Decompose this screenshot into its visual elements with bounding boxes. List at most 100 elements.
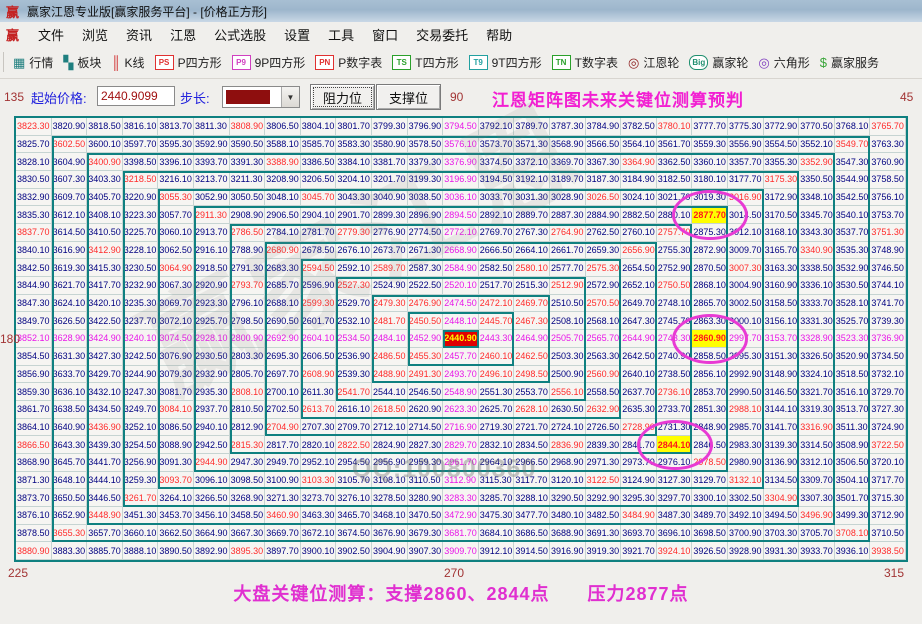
grid-cell: 3679.30 (407, 524, 444, 543)
menu-stock-picker[interactable]: 公式选股 (205, 25, 275, 44)
grid-cell: 3664.90 (193, 524, 230, 543)
toolbar-item-hexagon[interactable]: ◎ 六角形 (758, 54, 809, 71)
toolbar-item-kline[interactable]: ║ K线 (111, 54, 144, 71)
angle-label-45: 45 (900, 90, 914, 104)
grid-cell: 2491.30 (407, 365, 444, 384)
grid-cell: 3184.90 (621, 171, 657, 189)
grid-cell: 2752.90 (656, 259, 693, 278)
grid-cell: 2769.70 (478, 224, 515, 242)
grid-cell: 2728.90 (621, 418, 657, 437)
toolbar-item-9p-square[interactable]: P9 9P四方形 (231, 54, 305, 71)
grid-cell: 3662.50 (158, 524, 194, 543)
toolbar-item-winner-wheel[interactable]: Big 赢家轮 (689, 54, 748, 71)
grid-cell: 3852.10 (16, 330, 52, 348)
grid-cell: 3064.90 (158, 259, 194, 278)
t-square-icon: TS (392, 54, 412, 70)
grid-cell: 3336.10 (799, 277, 835, 295)
grid-cell: 3765.70 (870, 118, 906, 136)
menu-window[interactable]: 窗口 (363, 25, 407, 44)
chevron-down-icon[interactable]: ▼ (281, 87, 299, 107)
toolbar-item-label: 江恩轮 (643, 55, 680, 70)
grid-cell: 3650.50 (51, 489, 88, 507)
grid-cell: 3938.50 (870, 542, 906, 560)
grid-cell: 3607.30 (51, 171, 88, 189)
quotes-icon: ▦ (13, 54, 26, 70)
grid-cell: 3132.10 (727, 471, 764, 490)
grid-cell: 3504.10 (834, 471, 871, 490)
grid-cell: 2683.30 (265, 259, 301, 278)
grid-cell: 3580.90 (371, 135, 408, 154)
grid-cell: 2844.10 (656, 436, 693, 454)
grid-cell: 3129.70 (692, 471, 728, 490)
grid-cell: 2616.10 (336, 400, 372, 419)
toolbar-item-label: 板块 (77, 55, 102, 70)
grid-cell: 2457.70 (443, 347, 479, 366)
toolbar-item-gann-wheel[interactable]: ◎ 江恩轮 (628, 54, 679, 71)
grid-cell: 3410.50 (87, 224, 123, 242)
grid-cell: 3489.70 (692, 506, 728, 525)
grid-cell: 3888.10 (122, 542, 159, 560)
toolbar-item-t-square[interactable]: TS T四方形 (392, 54, 459, 71)
grid-cell: 2928.10 (193, 330, 230, 348)
grid-cell: 3748.90 (870, 241, 906, 260)
toolbar-item-p-square[interactable]: PS P四方形 (154, 54, 222, 71)
grid-cell: 3374.50 (478, 153, 515, 172)
menu-browse[interactable]: 浏览 (73, 25, 117, 44)
grid-cell: 3067.30 (158, 277, 194, 295)
menu-help[interactable]: 帮助 (477, 25, 521, 44)
start-price-input[interactable] (97, 86, 175, 106)
grid-cell: 3672.10 (300, 524, 337, 543)
toolbar-item-p-number[interactable]: PN P数字表 (315, 54, 382, 71)
grid-cell: 2901.70 (336, 206, 372, 225)
toolbar-item-label: T数字表 (574, 55, 618, 70)
grid-cell: 3763.30 (870, 135, 906, 154)
menu-settings[interactable]: 设置 (275, 25, 319, 44)
grid-cell: 3213.70 (193, 171, 230, 189)
step-select[interactable]: ▼ (222, 86, 300, 108)
grid-cell: 2824.90 (371, 436, 408, 454)
grid-cell: 2976.10 (656, 453, 693, 472)
menu-tools[interactable]: 工具 (319, 25, 363, 44)
grid-cell: 2767.30 (514, 224, 550, 242)
grid-cell: 2827.30 (407, 436, 444, 454)
grid-cell: 3818.50 (87, 118, 123, 136)
grid-cell: 3170.50 (763, 206, 800, 225)
grid-cell: 2800.90 (229, 330, 266, 348)
grid-cell: 2522.50 (407, 277, 444, 295)
toolbar-item-sectors[interactable]: ▚ 板块 (63, 54, 101, 71)
grid-cell: 3866.50 (16, 436, 52, 454)
banner-title: 江恩矩阵图未来关键位测算预判 (492, 91, 744, 110)
toolbar-item-quotes[interactable]: ▦ 行情 (13, 54, 53, 71)
menu-news[interactable]: 资讯 (117, 25, 161, 44)
grid-cell: 2805.70 (229, 365, 266, 384)
resistance-button[interactable]: 阻力位 (310, 84, 375, 110)
grid-cell: 3732.10 (870, 365, 906, 384)
grid-cell: 2628.10 (514, 400, 550, 419)
toolbar-item-t-number[interactable]: TN T数字表 (551, 54, 618, 71)
grid-cell: 3081.70 (158, 383, 194, 401)
grid-cell: 2788.90 (229, 241, 266, 260)
grid-cell: 3288.10 (514, 489, 550, 507)
grid-cell: 2798.50 (229, 312, 266, 331)
grid-cell: 3108.10 (371, 471, 408, 490)
grid-cell: 3345.70 (799, 206, 835, 225)
toolbar-item-9t-square[interactable]: T9 9T四方形 (468, 54, 542, 71)
grid-cell: 3561.70 (656, 135, 693, 154)
grid-cell: 3338.50 (799, 259, 835, 278)
grid-cell: 3192.10 (514, 171, 550, 189)
grid-cell: 3021.70 (656, 188, 693, 207)
grid-cell: 2527.30 (336, 277, 372, 295)
grid-cell: 3715.30 (870, 489, 906, 507)
toolbar-item-service[interactable]: $ 赢家服务 (820, 54, 879, 71)
grid-cell: 3806.50 (265, 118, 301, 136)
menu-file[interactable]: 文件 (29, 25, 73, 44)
grid-cell: 3674.50 (336, 524, 372, 543)
grid-cell: 3820.90 (51, 118, 88, 136)
grid-cell: 3669.70 (265, 524, 301, 543)
angle-label-180: 180 (0, 332, 21, 346)
menu-trade[interactable]: 交易委托 (407, 25, 477, 44)
menu-gann[interactable]: 江恩 (161, 25, 205, 44)
grid-cell: 3528.10 (834, 294, 871, 313)
grid-cell: 3302.50 (727, 489, 764, 507)
support-button[interactable]: 支撑位 (376, 84, 441, 110)
